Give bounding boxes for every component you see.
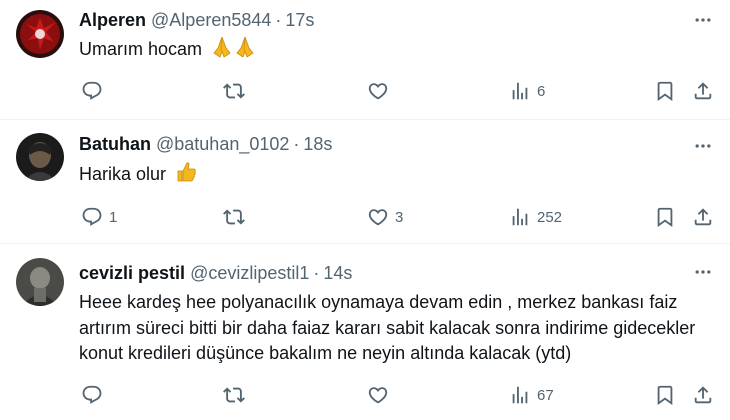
retweet-button[interactable]: [223, 79, 251, 103]
more-icon[interactable]: [692, 11, 714, 29]
tweet-time[interactable]: 17s: [285, 9, 314, 31]
bookmark-button[interactable]: [654, 205, 676, 229]
like-button[interactable]: [367, 79, 395, 103]
retweet-icon: [223, 209, 245, 225]
action-bar: 6: [79, 79, 718, 103]
separator-dot: ·: [293, 134, 300, 154]
reply-icon: [82, 385, 102, 404]
bookmark-icon: [657, 81, 673, 102]
tweet-time[interactable]: 14s: [323, 262, 352, 284]
bookmark-icon: [657, 385, 673, 406]
like-button[interactable]: 3: [367, 205, 403, 229]
share-button[interactable]: [692, 383, 714, 407]
share-button[interactable]: [692, 205, 714, 229]
retweet-icon: [223, 83, 245, 99]
retweet-button[interactable]: [223, 383, 251, 407]
reply-icon: [82, 207, 102, 226]
more-icon[interactable]: [692, 263, 714, 281]
separator-dot: ·: [275, 10, 282, 30]
author-handle[interactable]: @cevizlipestil1: [190, 262, 309, 284]
thumbs-up-emoji-icon: [175, 161, 197, 190]
pray-emoji-icon: [211, 36, 257, 65]
tweet-text: Harika olur: [79, 164, 167, 184]
avatar[interactable]: [16, 133, 64, 181]
views-count: 252: [537, 208, 563, 226]
separator-dot: ·: [313, 263, 320, 283]
reply-button[interactable]: [81, 79, 109, 103]
avatar[interactable]: [16, 258, 64, 306]
author-handle[interactable]: @Alperen5844: [151, 9, 271, 31]
reply-icon: [82, 81, 102, 100]
views-icon: [512, 208, 528, 226]
more-icon[interactable]: [692, 137, 714, 155]
author-name[interactable]: Alperen: [79, 9, 146, 31]
views-icon: [512, 386, 528, 404]
bookmark-icon: [657, 207, 673, 228]
views-button[interactable]: 67: [509, 383, 554, 407]
reply-count: 1: [109, 208, 118, 226]
like-count: 3: [395, 208, 404, 226]
bookmark-button[interactable]: [654, 383, 676, 407]
retweet-button[interactable]: [223, 205, 251, 229]
reply-button[interactable]: [81, 383, 109, 407]
share-icon: [694, 82, 712, 100]
action-bar: 1 3 252: [79, 205, 718, 229]
author-name[interactable]: Batuhan: [79, 133, 151, 155]
reply-button[interactable]: 1: [81, 205, 117, 229]
views-count: 6: [537, 82, 546, 100]
tweet-text: Heee kardeş hee polyanacılık oynamaya de…: [79, 292, 696, 363]
bookmark-button[interactable]: [654, 79, 676, 103]
like-icon: [368, 83, 388, 100]
views-button[interactable]: 6: [509, 79, 545, 103]
action-bar: 67: [79, 383, 718, 407]
share-icon: [694, 386, 712, 404]
tweet-3[interactable]: cevizli pestil @cevizlipestil1 · 14s Hee…: [0, 244, 730, 420]
tweet-1[interactable]: Alperen @Alperen5844 · 17s Umarım hocam: [0, 0, 730, 120]
share-icon: [694, 208, 712, 226]
author-name[interactable]: cevizli pestil: [79, 262, 185, 284]
author-handle[interactable]: @batuhan_0102: [156, 133, 289, 155]
like-button[interactable]: [367, 383, 395, 407]
tweet-text: Umarım hocam: [79, 39, 203, 59]
retweet-icon: [223, 387, 245, 403]
like-icon: [368, 387, 388, 404]
avatar[interactable]: [16, 10, 64, 58]
like-icon: [368, 209, 388, 226]
views-count: 67: [537, 386, 554, 404]
tweet-time[interactable]: 18s: [303, 133, 332, 155]
views-button[interactable]: 252: [509, 205, 562, 229]
share-button[interactable]: [692, 79, 714, 103]
views-icon: [512, 82, 528, 100]
tweet-2[interactable]: Batuhan @batuhan_0102 · 18s Harika olur …: [0, 120, 730, 244]
